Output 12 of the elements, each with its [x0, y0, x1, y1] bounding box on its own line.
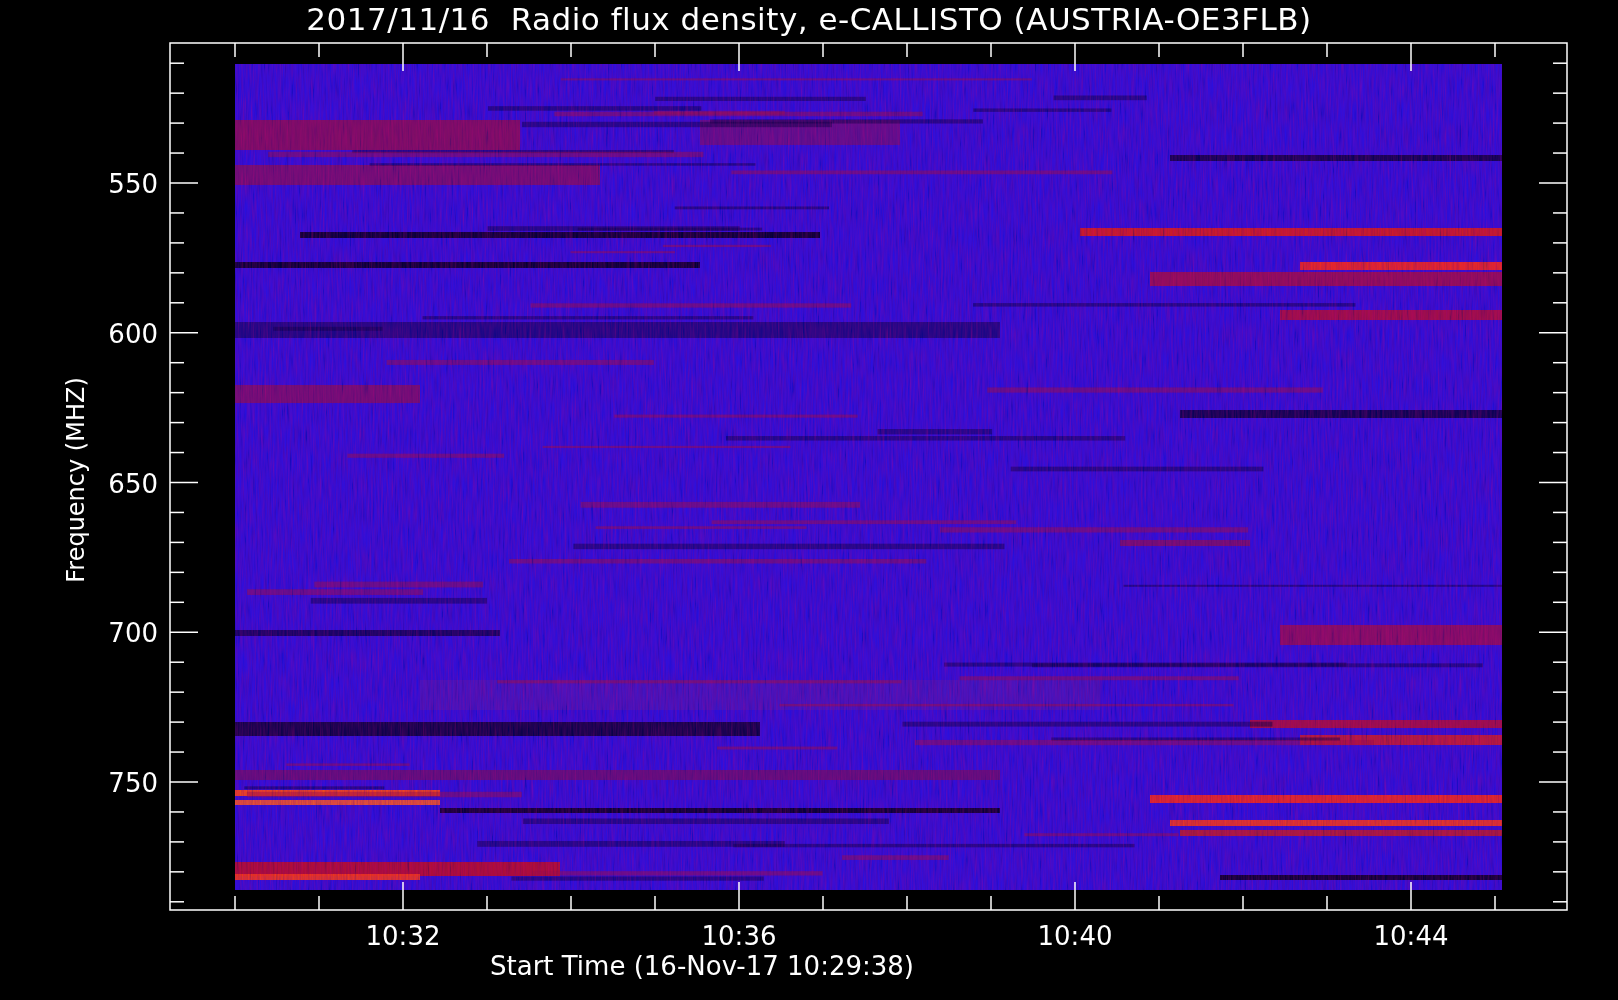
axis-title: Frequency (MHZ): [62, 377, 90, 583]
tick-label: 750: [108, 768, 158, 798]
tick-label: 10:44: [1373, 921, 1449, 951]
tick-label: 700: [108, 618, 158, 649]
tick-label: 10:32: [365, 921, 441, 951]
tick-label: 550: [108, 169, 158, 199]
tick-label: 10:40: [1037, 921, 1113, 951]
tick-label: 600: [108, 318, 158, 349]
tick-label: 10:36: [701, 921, 777, 951]
tick-label: 650: [108, 468, 158, 499]
plot-title: 2017/11/16 Radio flux density, e-CALLISTO (AUSTRIA-OE3FLB): [306, 0, 1312, 38]
axis-title: Start Time (16-Nov-17 10:29:38): [490, 951, 914, 981]
